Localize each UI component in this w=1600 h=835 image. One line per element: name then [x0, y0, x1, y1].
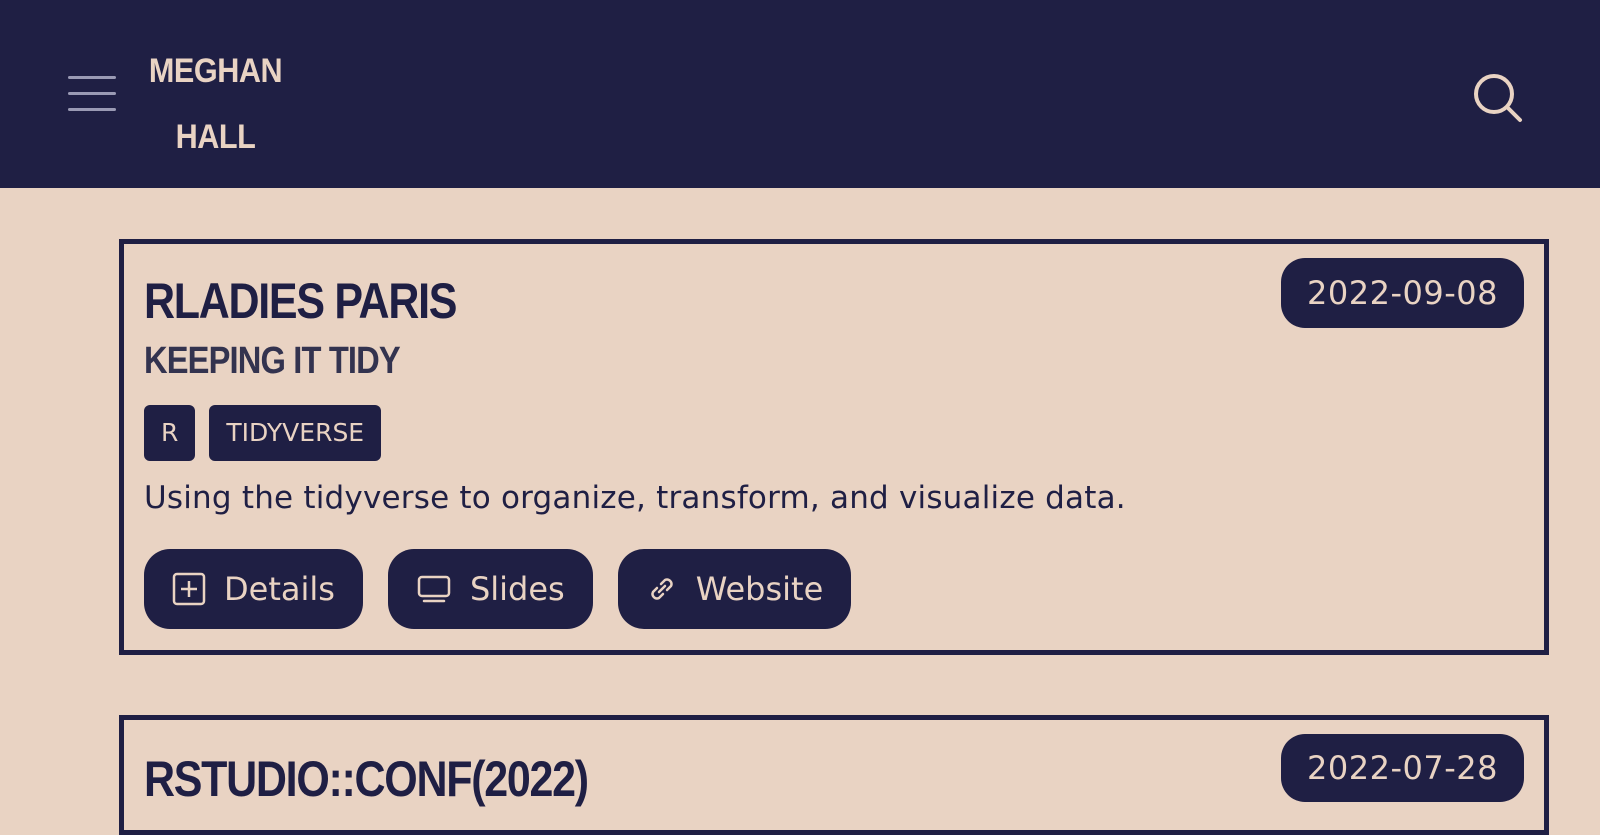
talk-card: RLADIES PARIS KEEPING IT TIDY 2022-09-08…	[119, 239, 1549, 655]
talk-description: Using the tidyverse to organize, transfo…	[144, 480, 1126, 516]
slides-button-label: Slides	[469, 570, 565, 608]
hamburger-line	[68, 92, 116, 95]
talk-subtitle: KEEPING IT TIDY	[144, 340, 401, 382]
link-icon	[651, 578, 673, 600]
slides-button[interactable]: Slides	[387, 549, 593, 629]
website-button-label: Website	[695, 570, 824, 608]
hamburger-line	[68, 108, 116, 111]
top-navbar: MEGHAN HALL	[0, 0, 1600, 188]
plus-square-icon	[172, 572, 206, 606]
talk-title: RSTUDIO::CONF(2022)	[144, 751, 589, 807]
talk-title: RLADIES PARIS	[144, 273, 457, 329]
website-button[interactable]: Website	[617, 549, 852, 629]
brand-last-name: HALL	[175, 118, 256, 156]
talk-date-badge: 2022-07-28	[1281, 734, 1524, 802]
hamburger-menu-icon	[68, 76, 116, 79]
laptop-icon	[417, 575, 451, 603]
brand-first-name: MEGHAN	[148, 52, 283, 90]
site-brand[interactable]: MEGHAN HALL	[148, 38, 283, 170]
menu-toggle-button[interactable]	[64, 70, 120, 118]
tag-r[interactable]: R	[144, 405, 196, 461]
talk-actions: Details Slides Website	[144, 549, 852, 629]
talk-card: RSTUDIO::CONF(2022) 2022-07-28	[119, 715, 1549, 835]
details-button[interactable]: Details	[144, 549, 363, 629]
talk-tags: R TIDYVERSE	[144, 405, 382, 461]
search-icon	[1474, 74, 1522, 122]
details-button-label: Details	[224, 570, 335, 608]
talk-date-badge: 2022-09-08	[1281, 258, 1524, 328]
tag-tidyverse[interactable]: TIDYVERSE	[209, 405, 382, 461]
search-button[interactable]	[1470, 70, 1526, 126]
